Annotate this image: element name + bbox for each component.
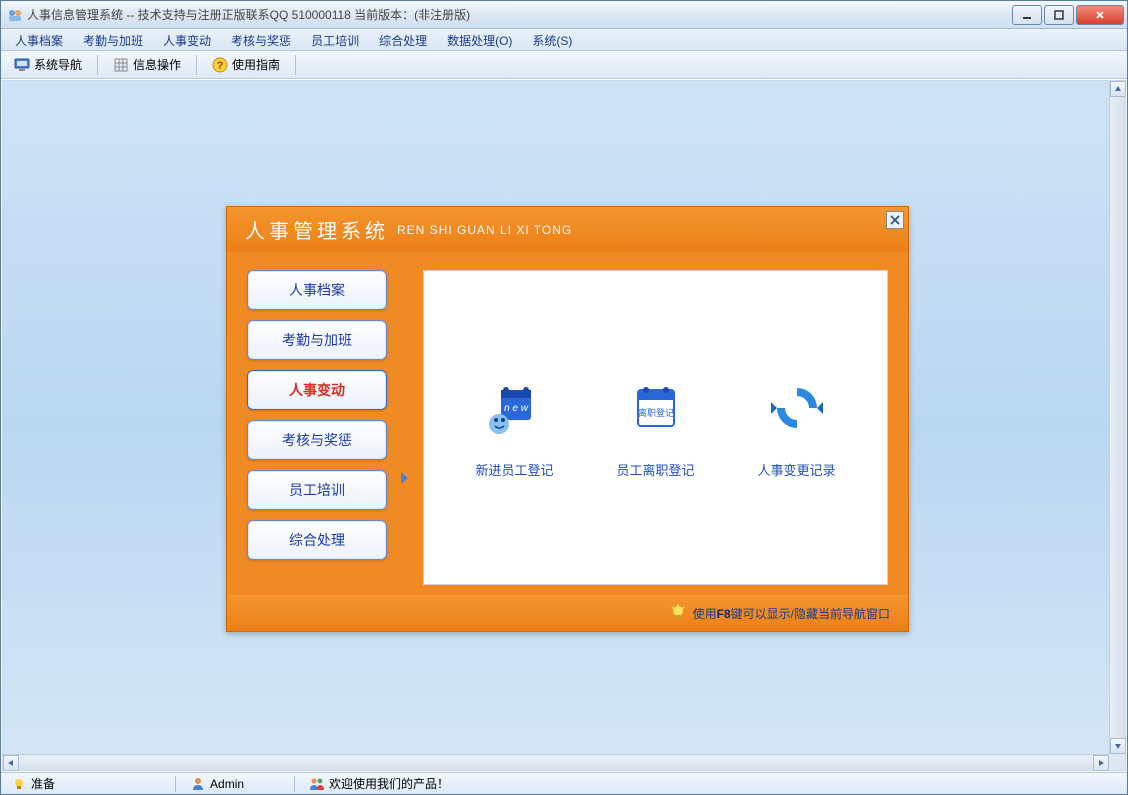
nav-footer: 使用F8键可以显示/隐藏当前导航窗口	[227, 595, 908, 631]
tool-guide-label: 使用指南	[232, 56, 280, 73]
users-icon	[309, 776, 325, 792]
side-menu: 人事档案 考勤与加班 人事变动 考核与奖惩 员工培训 综合处理	[247, 270, 387, 585]
nav-panel-header: 人事管理系统 REN SHI GUAN LI XI TONG	[227, 207, 908, 252]
content-panel: n e w 新进员工登记	[423, 270, 888, 585]
vertical-scrollbar[interactable]	[1109, 81, 1125, 754]
scroll-left-icon[interactable]	[3, 755, 19, 771]
scroll-corner	[1109, 754, 1125, 770]
status-sep	[175, 776, 176, 792]
toolbar-sep	[295, 55, 296, 75]
nav-title-en: REN SHI GUAN LI XI TONG	[397, 223, 572, 237]
horizontal-scrollbar[interactable]	[3, 754, 1109, 770]
func-employee-leave[interactable]: 离职登记 员工离职登记	[596, 376, 716, 479]
scroll-right-icon[interactable]	[1093, 755, 1109, 771]
sync-icon	[765, 376, 829, 440]
side-item-evaluation[interactable]: 考核与奖惩	[247, 420, 387, 460]
func-label: 新进员工登记	[475, 460, 553, 479]
toolbar-sep	[196, 55, 197, 75]
side-item-attendance[interactable]: 考勤与加班	[247, 320, 387, 360]
scroll-down-icon[interactable]	[1110, 738, 1126, 754]
side-arrow-icon	[399, 471, 411, 485]
menu-training[interactable]: 员工培训	[301, 29, 369, 50]
menubar: 人事档案 考勤与加班 人事变动 考核与奖惩 员工培训 综合处理 数据处理(O) …	[1, 29, 1127, 51]
menu-system[interactable]: 系统(S)	[522, 29, 582, 50]
side-item-personnel-change[interactable]: 人事变动	[247, 370, 387, 410]
nav-panel: 人事管理系统 REN SHI GUAN LI XI TONG 人事档案 考勤与加…	[226, 206, 909, 632]
window-controls	[1011, 5, 1125, 25]
nav-panel-close-button[interactable]	[886, 211, 904, 229]
side-item-comprehensive[interactable]: 综合处理	[247, 520, 387, 560]
tool-info-label: 信息操作	[133, 56, 181, 73]
svg-text:离职登记: 离职登记	[637, 407, 673, 418]
toolbar: 系统导航 信息操作 ? 使用指南	[1, 51, 1127, 79]
svg-text:?: ?	[217, 60, 224, 72]
func-change-record[interactable]: 人事变更记录	[737, 376, 857, 479]
menu-comprehensive[interactable]: 综合处理	[369, 29, 437, 50]
menu-personnel-file[interactable]: 人事档案	[5, 29, 73, 50]
nav-body: 人事档案 考勤与加班 人事变动 考核与奖惩 员工培训 综合处理	[227, 252, 908, 595]
tool-system-nav[interactable]: 系统导航	[5, 53, 91, 76]
titlebar: 人事信息管理系统 -- 技术支持与注册正版联系QQ 510000118 当前版本…	[1, 1, 1127, 29]
minimize-button[interactable]	[1012, 5, 1042, 25]
nav-title-cn: 人事管理系统	[245, 215, 389, 244]
menu-personnel-change[interactable]: 人事变动	[153, 29, 221, 50]
grid-icon	[113, 57, 129, 73]
client-area: 人事管理系统 REN SHI GUAN LI XI TONG 人事档案 考勤与加…	[2, 80, 1126, 771]
tool-guide[interactable]: ? 使用指南	[203, 53, 289, 76]
leave-register-icon: 离职登记	[624, 376, 688, 440]
app-icon	[7, 7, 23, 23]
new-employee-icon: n e w	[483, 376, 547, 440]
svg-text:n e w: n e w	[504, 403, 529, 414]
status-user: Admin	[184, 776, 250, 792]
user-icon	[190, 776, 206, 792]
bulb-icon	[11, 776, 27, 792]
tool-nav-label: 系统导航	[34, 56, 82, 73]
menu-data-process[interactable]: 数据处理(O)	[437, 29, 522, 50]
monitor-icon	[14, 57, 30, 73]
status-welcome: 欢迎使用我们的产品！	[303, 775, 455, 792]
func-label: 员工离职登记	[616, 460, 694, 479]
side-item-personnel-file[interactable]: 人事档案	[247, 270, 387, 310]
window-title: 人事信息管理系统 -- 技术支持与注册正版联系QQ 510000118 当前版本…	[27, 6, 1011, 23]
func-new-employee[interactable]: n e w 新进员工登记	[455, 376, 575, 479]
nav-hint: 使用F8键可以显示/隐藏当前导航窗口	[693, 605, 890, 622]
lightbulb-icon	[669, 604, 687, 622]
close-button[interactable]	[1076, 5, 1124, 25]
menu-evaluation[interactable]: 考核与奖惩	[221, 29, 301, 50]
status-ready: 准备	[5, 775, 61, 792]
menu-attendance[interactable]: 考勤与加班	[73, 29, 153, 50]
func-label: 人事变更记录	[757, 460, 835, 479]
scroll-up-icon[interactable]	[1110, 81, 1126, 97]
help-icon: ?	[212, 57, 228, 73]
side-item-training[interactable]: 员工培训	[247, 470, 387, 510]
maximize-button[interactable]	[1044, 5, 1074, 25]
toolbar-sep	[97, 55, 98, 75]
tool-info-op[interactable]: 信息操作	[104, 53, 190, 76]
app-window: 人事信息管理系统 -- 技术支持与注册正版联系QQ 510000118 当前版本…	[0, 0, 1128, 795]
statusbar: 准备 Admin 欢迎使用我们的产品！	[1, 772, 1127, 794]
status-sep	[294, 776, 295, 792]
